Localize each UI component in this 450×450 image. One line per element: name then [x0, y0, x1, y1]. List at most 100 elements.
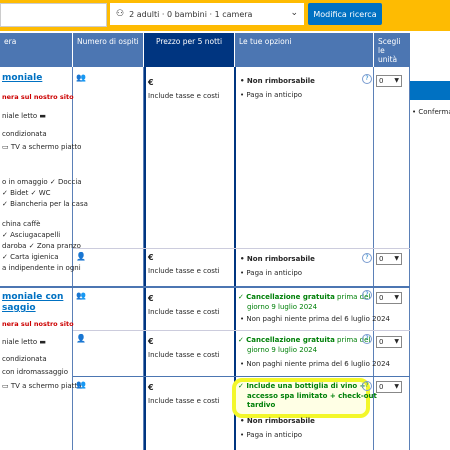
price-currency: €: [148, 253, 154, 262]
room1-bed-label: niale letto: [2, 112, 38, 120]
option-cancel-date: giorno 9 luglio 2024: [247, 346, 318, 354]
person-icon: 👤: [76, 334, 86, 343]
room2-promo: nera sul nostro sito: [2, 320, 74, 328]
tv-icon: ▭: [2, 382, 9, 390]
room2-title-line2[interactable]: saggio: [2, 303, 36, 313]
chevron-down-icon: ⌄: [290, 8, 298, 18]
option-label: Non rimborsabile: [246, 77, 315, 85]
two-persons-icon: 👥: [76, 73, 86, 82]
option-package: ✓ Include una bottiglia di vino + access…: [238, 382, 377, 411]
option-item: • Non rimborsabile: [240, 255, 315, 263]
price-tax-note: Include tasse e costi: [148, 267, 220, 275]
room2-feature: ▭ TV a schermo piatto: [2, 382, 81, 390]
room1-feature: o in omaggio ✓ Doccia: [2, 178, 82, 186]
chevron-down-icon: ▼: [394, 255, 399, 262]
room1-promo: nera sul nostro sito: [2, 93, 74, 101]
bed-icon: ▬: [39, 338, 47, 346]
room1-feature: a indipendente in ogni: [2, 264, 81, 272]
check-icon: ✓: [238, 336, 244, 344]
header-choose: Scegli le unità: [374, 33, 410, 67]
option-package-line1: Include una bottiglia di vino +: [246, 382, 366, 390]
quantity-select[interactable]: 0 ▼: [376, 75, 402, 87]
room1-title[interactable]: moniale: [2, 73, 42, 83]
room1-feature: ✓ Bidet ✓ WC: [2, 189, 51, 197]
bullet-icon: •: [240, 360, 245, 368]
room2-feature: condizionata: [2, 355, 47, 363]
header-guests-label: Numero di ospiti: [77, 37, 139, 46]
room1-feature-label: Carta igienica: [10, 253, 59, 261]
guests-text: 2 adulti · 0 bambini · 1 camera: [129, 9, 253, 19]
person-icon: 👤: [76, 252, 86, 261]
reserve-button[interactable]: [410, 81, 450, 100]
option-label: Paga in anticipo: [246, 269, 303, 277]
quantity-value: 0: [379, 77, 384, 85]
quantity-select[interactable]: 0 ▼: [376, 336, 402, 348]
option-item: • Non paghi niente prima del 6 luglio 20…: [240, 360, 390, 368]
chevron-down-icon: ▼: [394, 338, 399, 345]
check-icon: ✓: [30, 189, 37, 197]
price-tax-note: Include tasse e costi: [148, 308, 220, 316]
room1-feature: ▭ TV a schermo piatto: [2, 143, 81, 151]
option-package-line2: accesso spa limitato + check-out: [247, 391, 377, 400]
price-currency: €: [148, 78, 154, 87]
two-persons-icon: 👥: [76, 291, 86, 300]
option-label: Non paghi niente prima del 6 luglio 2024: [246, 360, 390, 368]
check-icon: ✓: [238, 293, 244, 301]
bed-icon: ▬: [39, 112, 47, 120]
room2-title-line1[interactable]: moniale con: [2, 292, 63, 302]
destination-field[interactable]: [0, 3, 107, 27]
room1-feature: condizionata: [2, 130, 47, 138]
option-item: • Non rimborsabile: [240, 77, 315, 85]
price-currency: €: [148, 294, 154, 303]
info-icon[interactable]: ?: [362, 290, 372, 300]
option-item: • Non paghi niente prima del 6 luglio 20…: [240, 315, 390, 323]
header-room-label: era: [4, 37, 17, 46]
option-item: • Paga in anticipo: [240, 269, 302, 277]
tv-icon: ▭: [2, 143, 9, 151]
quantity-value: 0: [379, 294, 384, 302]
info-icon[interactable]: ?: [362, 253, 372, 263]
info-icon[interactable]: ?: [362, 334, 372, 344]
chevron-down-icon: ▼: [394, 383, 399, 390]
room2-bed: niale letto ▬: [2, 338, 46, 346]
bullet-icon: •: [240, 255, 245, 263]
option-label: Paga in anticipo: [246, 91, 303, 99]
info-icon[interactable]: ?: [362, 381, 372, 391]
option-label: Non paghi niente prima del 6 luglio 2024: [246, 315, 390, 323]
header-choose-line3: unità: [378, 55, 398, 64]
info-icon[interactable]: ?: [362, 74, 372, 84]
room2-bed-label: niale letto: [2, 338, 38, 346]
option-label: Non rimborsabile: [246, 255, 315, 263]
room1-feature-label: daroba: [2, 242, 27, 250]
check-icon: ✓: [238, 382, 244, 390]
quantity-select[interactable]: 0 ▼: [376, 253, 402, 265]
confirm-label: Conferma: [418, 108, 450, 116]
quantity-select[interactable]: 0 ▼: [376, 381, 402, 393]
room2-feature: con idromassaggio: [2, 368, 68, 376]
bullet-icon: •: [240, 431, 245, 439]
grid-line: [73, 330, 410, 331]
option-package-line3: tardivo: [247, 401, 276, 409]
guests-selector[interactable]: ⚇ 2 adulti · 0 bambini · 1 camera ⌄: [110, 3, 304, 25]
price-tax-note: Include tasse e costi: [148, 92, 220, 100]
bullet-icon: •: [240, 315, 245, 323]
header-options-label: Le tue opzioni: [239, 37, 292, 46]
room1-feature-label: TV a schermo piatto: [10, 143, 82, 151]
grid-line: [73, 248, 410, 249]
quantity-select[interactable]: 0 ▼: [376, 292, 402, 304]
room1-feature: ✓ Biancheria per la casa: [2, 200, 88, 208]
modify-search-button[interactable]: Modifica ricerca: [308, 3, 382, 25]
price-currency: €: [148, 383, 154, 392]
room1-feature: ✓ Carta igienica: [2, 253, 59, 261]
room1-bed: niale letto ▬: [2, 112, 46, 120]
grid-line: [409, 67, 410, 450]
option-item: • Paga in anticipo: [240, 431, 302, 439]
header-price: Prezzo per 5 notti: [144, 33, 234, 67]
room1-feature-label: o in omaggio: [2, 178, 48, 186]
bullet-icon: •: [240, 91, 245, 99]
bullet-icon: •: [240, 417, 245, 425]
header-price-label: Prezzo per 5 notti: [155, 37, 223, 46]
option-label: Non rimborsabile: [246, 417, 315, 425]
confirm-note: • Conferma: [412, 108, 450, 116]
option-item: • Paga in anticipo: [240, 91, 302, 99]
